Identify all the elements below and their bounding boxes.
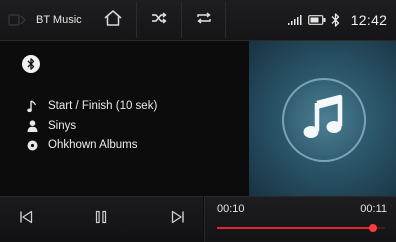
previous-button[interactable] [14,206,38,232]
bluetooth-device-icon [22,55,40,73]
skip-next-icon [171,210,185,229]
progress-fill [217,227,374,229]
person-icon [26,119,38,133]
progress-panel: 00:10 00:11 [204,196,396,242]
album-art [249,41,396,196]
artist-name: Sinys [48,120,77,132]
top-bar: BT Music 12:42 [0,0,396,41]
battery-icon [307,0,327,40]
progress-knob[interactable] [369,224,378,232]
clock: 12:42 [350,12,388,28]
album-row: Ohkhown Albums [26,137,138,153]
home-icon [103,9,123,32]
disc-icon [26,138,38,152]
album-name: Ohkhown Albums [48,139,138,151]
pause-icon [95,210,107,229]
artist-row: Sinys [26,118,76,134]
music-note-icon [302,94,344,145]
clock-cell: 12:42 [348,0,390,40]
total-time: 00:11 [360,203,387,215]
repeat-icon [196,11,212,29]
bluetooth-music-icon [8,12,28,28]
track-title-row: Start / Finish (10 sek) [26,98,157,114]
next-button[interactable] [166,206,190,232]
shuffle-icon [151,11,167,29]
progress-bar[interactable] [217,224,385,232]
elapsed-time: 00:10 [217,203,245,215]
track-info-panel: Start / Finish (10 sek) Sinys Ohkhown Al… [0,41,249,196]
source-selector[interactable]: BT Music [8,0,96,40]
pause-button[interactable] [89,206,113,232]
shuffle-button[interactable] [137,0,181,40]
music-note-icon [26,99,38,113]
bt-music-screen: BT Music 12:42 Start / Finish (10 sek) S… [0,0,396,242]
signal-strength-icon [286,0,306,40]
source-label: BT Music [36,14,82,26]
playback-controls [0,196,203,242]
repeat-button[interactable] [182,0,225,40]
home-button[interactable] [96,0,130,40]
skip-previous-icon [19,210,33,229]
bluetooth-status-icon [329,0,341,40]
track-title: Start / Finish (10 sek) [48,100,158,112]
